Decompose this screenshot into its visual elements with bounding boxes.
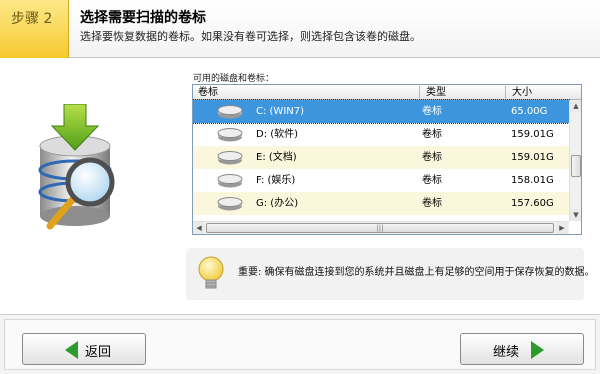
main-content: 可用的磁盘和卷标： 卷标 类型 大小 C: (WIN7) 卷标 65.00G D… xyxy=(0,62,600,310)
back-button-label: 返回 xyxy=(85,344,112,359)
lightbulb-icon xyxy=(198,256,224,289)
vertical-scroll-thumb[interactable] xyxy=(571,155,581,177)
volume-type: 卷标 xyxy=(422,198,442,209)
page-subtitle: 选择要恢复数据的卷标。如果没有卷可选择，则选择包含该卷的磁盘。 xyxy=(80,30,421,43)
volume-list-caption: 可用的磁盘和卷标： xyxy=(193,74,275,84)
volume-size: 157.60G xyxy=(511,198,554,209)
wizard-footer: 返回 继续 xyxy=(0,314,600,374)
hard-drive-icon xyxy=(217,105,243,119)
column-volume[interactable]: 卷标 xyxy=(193,86,218,99)
volume-size: 159.01G xyxy=(511,129,554,140)
hard-drive-icon xyxy=(217,197,243,211)
wizard-header: 步骤 2 选择需要扫描的卷标 选择要恢复数据的卷标。如果没有卷可选择，则选择包含… xyxy=(0,0,600,58)
column-divider[interactable] xyxy=(505,86,506,98)
step-label: 步骤 2 xyxy=(11,11,53,27)
next-button-label: 继续 xyxy=(493,344,520,359)
table-header: 卷标 类型 大小 xyxy=(193,85,581,100)
volume-table[interactable]: 卷标 类型 大小 C: (WIN7) 卷标 65.00G D: (软件) 卷标 xyxy=(192,84,582,235)
scroll-right-icon[interactable]: ▶ xyxy=(556,222,568,234)
volume-type: 卷标 xyxy=(422,129,442,140)
hard-drive-icon xyxy=(217,151,243,165)
disk-scan-icon xyxy=(38,104,115,230)
scroll-left-icon[interactable]: ◀ xyxy=(193,222,205,234)
column-type[interactable]: 类型 xyxy=(421,86,446,99)
volume-name: E: (文档) xyxy=(256,152,297,163)
volume-name: F: (娱乐) xyxy=(256,175,296,186)
horizontal-scroll-thumb[interactable]: ||| xyxy=(206,223,554,233)
column-divider[interactable] xyxy=(419,86,420,98)
volume-name: D: (软件) xyxy=(256,129,299,140)
volume-type: 卷标 xyxy=(422,152,442,163)
table-row[interactable]: D: (软件) 卷标 159.01G xyxy=(193,123,569,146)
volume-name: C: (WIN7) xyxy=(256,106,305,117)
table-row[interactable]: F: (娱乐) 卷标 158.01G xyxy=(193,169,569,192)
table-row[interactable]: E: (文档) 卷标 159.01G xyxy=(193,146,569,169)
volume-size: 65.00G xyxy=(511,106,548,117)
table-row[interactable]: G: (办公) 卷标 157.60G xyxy=(193,192,569,215)
vertical-scrollbar[interactable]: ▲ ▼ xyxy=(569,100,581,221)
volume-type: 卷标 xyxy=(422,106,442,117)
column-size[interactable]: 大小 xyxy=(507,86,532,99)
back-button[interactable]: 返回 xyxy=(22,333,146,365)
next-button[interactable]: 继续 xyxy=(460,333,584,365)
volume-type: 卷标 xyxy=(422,175,442,186)
scroll-up-icon[interactable]: ▲ xyxy=(570,100,581,112)
volume-name: G: (办公) xyxy=(256,198,299,209)
volume-size: 158.01G xyxy=(511,175,554,186)
horizontal-scrollbar[interactable]: ◀ ||| ▶ xyxy=(193,221,569,234)
volume-size: 159.01G xyxy=(511,152,554,163)
scroll-down-icon[interactable]: ▼ xyxy=(570,209,581,221)
footer-panel: 返回 继续 xyxy=(4,319,596,370)
step-indicator: 步骤 2 xyxy=(0,0,69,58)
important-notice: 重要: 确保有磁盘连接到您的系统并且磁盘上有足够的空间用于保存恢复的数据。 xyxy=(186,248,595,300)
notice-text: 重要: 确保有磁盘连接到您的系统并且磁盘上有足够的空间用于保存恢复的数据。 xyxy=(238,267,595,278)
hard-drive-icon xyxy=(217,174,243,188)
page-title: 选择需要扫描的卷标 xyxy=(80,10,206,26)
table-row[interactable]: C: (WIN7) 卷标 65.00G xyxy=(193,99,570,124)
arrow-right-icon xyxy=(531,341,544,359)
volume-rows: C: (WIN7) 卷标 65.00G D: (软件) 卷标 159.01G E… xyxy=(193,99,570,221)
arrow-left-icon xyxy=(65,341,78,359)
hard-drive-icon xyxy=(217,128,243,142)
